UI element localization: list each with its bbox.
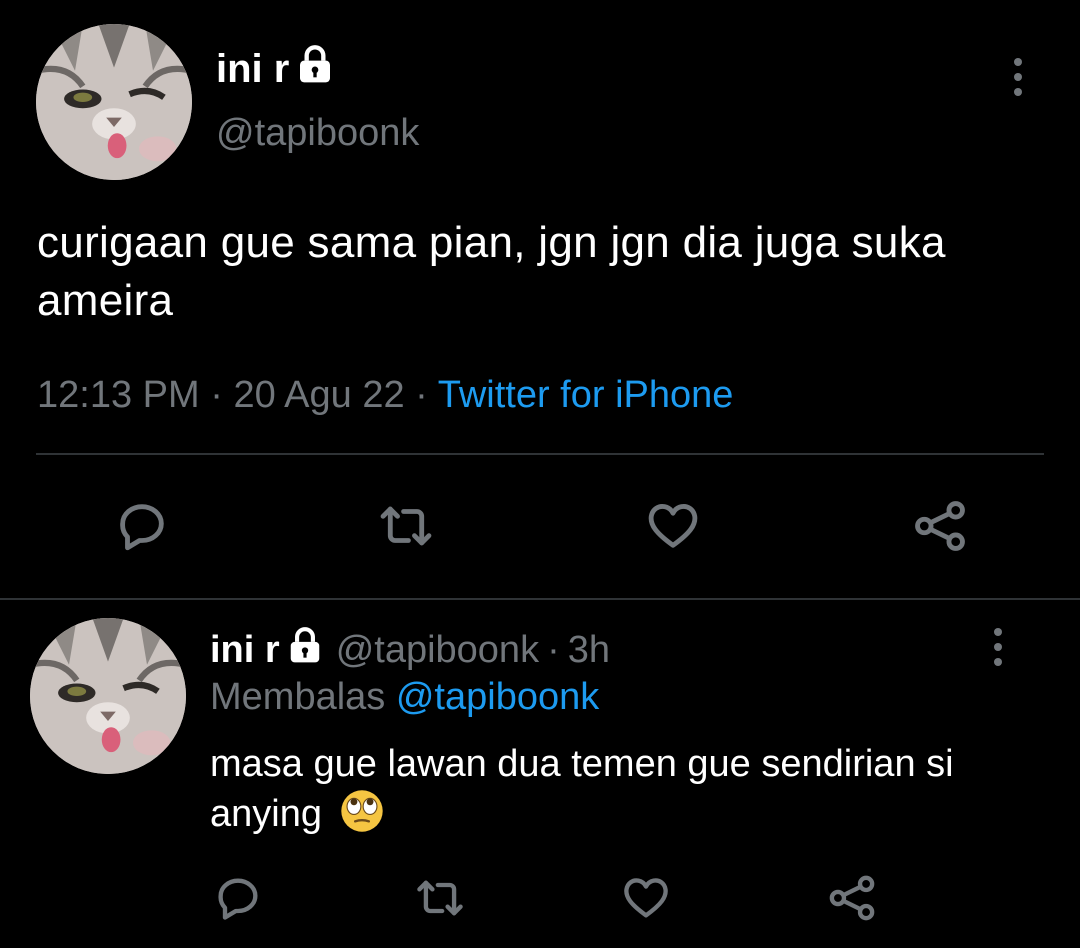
share-icon <box>829 875 875 921</box>
meta-separator: · <box>415 374 428 416</box>
like-button[interactable] <box>640 494 706 558</box>
reply-text: masa gue lawan dua temen gue sendirian s… <box>210 743 954 835</box>
author-name-row: ini r <box>216 44 335 94</box>
reply-icon <box>218 878 258 920</box>
like-icon <box>624 878 668 918</box>
tweet-date[interactable]: 20 Agu 22 <box>233 374 404 416</box>
like-button[interactable] <box>618 870 674 926</box>
author-display-name[interactable]: ini r <box>216 47 289 92</box>
replying-to: Membalas @tapiboonk <box>210 676 599 719</box>
retweet-button[interactable] <box>410 870 470 926</box>
tweet-source-link[interactable]: Twitter for iPhone <box>438 374 734 416</box>
cat-avatar-image <box>30 618 186 774</box>
replying-mention-link[interactable]: @tapiboonk <box>396 676 599 718</box>
avatar[interactable] <box>30 618 186 774</box>
meta-separator: · <box>210 374 223 416</box>
tweet-text: curigaan gue sama pian, jgn jgn dia juga… <box>37 218 946 325</box>
share-button[interactable] <box>824 870 880 926</box>
reply-button[interactable] <box>210 870 266 926</box>
lock-icon <box>295 44 335 94</box>
like-icon <box>648 504 698 548</box>
retweet-icon <box>380 506 432 546</box>
more-icon[interactable] <box>992 628 1004 673</box>
more-icon[interactable] <box>1012 58 1024 103</box>
meta-separator: · <box>547 628 560 671</box>
reply-button[interactable] <box>110 494 174 558</box>
cat-avatar-image <box>36 24 192 180</box>
author-handle[interactable]: @tapiboonk <box>216 112 419 155</box>
retweet-icon <box>417 880 463 916</box>
lock-icon <box>286 626 324 674</box>
share-button[interactable] <box>908 494 972 558</box>
divider <box>36 453 1044 455</box>
author-handle[interactable]: @tapiboonk <box>336 629 539 672</box>
avatar[interactable] <box>36 24 192 180</box>
reply-icon <box>120 504 164 551</box>
section-divider <box>0 598 1080 600</box>
replying-label: Membalas <box>210 676 386 718</box>
rolling-eyes-emoji-icon <box>339 788 385 834</box>
retweet-button[interactable] <box>372 494 440 558</box>
author-display-name[interactable]: ini r <box>210 629 280 672</box>
share-icon <box>915 501 965 551</box>
tweet-time[interactable]: 12:13 PM <box>37 374 200 416</box>
reply-author-row: ini r @tapiboonk · 3h <box>210 626 610 674</box>
tweet-meta: 12:13 PM · 20 Agu 22 · Twitter for iPhon… <box>37 374 733 417</box>
reply-text-block: masa gue lawan dua temen gue sendirian s… <box>210 740 1030 838</box>
tweet-age[interactable]: 3h <box>568 629 610 672</box>
